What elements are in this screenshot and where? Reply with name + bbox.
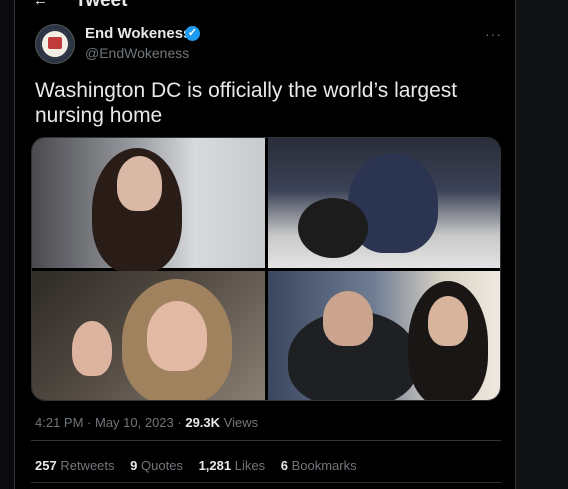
photo-face-2 [428,296,468,346]
divider [31,482,501,483]
quotes-label: Quotes [141,458,183,473]
bookmarks-label: Bookmarks [291,458,357,473]
author-handle[interactable]: @EndWokeness [85,45,189,61]
bookmarks-stat[interactable]: 6 Bookmarks [281,458,357,473]
likes-label: Likes [234,458,266,473]
views-label: Views [223,415,259,430]
tweet-metadata: 4:21 PM · May 10, 2023 · 29.3K Views [35,415,258,430]
avatar[interactable] [35,24,75,64]
photo-4[interactable] [268,271,500,400]
quotes-stat[interactable]: 9 Quotes [130,458,183,473]
photo-3[interactable] [32,271,265,400]
photo-1[interactable] [32,138,265,273]
verified-badge-icon: ✓ [185,26,200,41]
tweet-date[interactable]: May 10, 2023 [95,415,174,430]
bookmarks-count: 6 [280,458,288,473]
tweet-text: Washington DC is officially the world’s … [35,79,458,127]
arrow-left-icon[interactable]: ← [33,0,48,9]
engagement-stats: 257 Retweets 9 Quotes 1,281 Likes 6 Book… [35,458,369,473]
avatar-emblem [48,37,62,49]
retweets-stat[interactable]: 257 Retweets [35,458,115,473]
photo-2[interactable] [268,138,500,268]
retweets-count: 257 [35,458,57,473]
tweet-detail-panel: ← Tweet End Wokeness ✓ @EndWokeness ··· … [14,0,516,489]
photo-hand [72,321,112,376]
photo-wheel [298,198,368,258]
photo-face [323,291,373,346]
photo-face [147,301,207,371]
views-count: 29.3K [185,415,221,430]
more-options-icon[interactable]: ··· [485,26,502,42]
background-strip [516,0,568,489]
likes-stat[interactable]: 1,281 Likes [199,458,266,473]
likes-count: 1,281 [198,458,232,473]
page-title: Tweet [75,0,128,11]
retweets-label: Retweets [60,458,115,473]
tweet-time[interactable]: 4:21 PM [35,415,83,430]
author-name[interactable]: End Wokeness [85,25,191,42]
meta-separator: · [83,415,95,430]
quotes-count: 9 [130,458,138,473]
photo-face [117,156,162,211]
tweet-header: ← Tweet [15,0,515,11]
divider [31,440,501,441]
media-grid [31,137,501,401]
